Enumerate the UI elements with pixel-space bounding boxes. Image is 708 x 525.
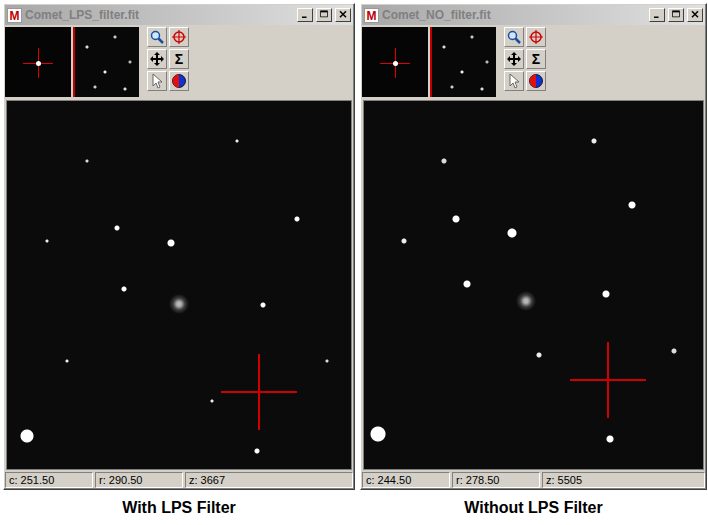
minimize-button[interactable] — [297, 8, 313, 22]
move-icon — [149, 51, 165, 67]
target-icon — [171, 29, 187, 45]
status-z: z: 5505 — [542, 472, 705, 488]
pointer-icon — [506, 73, 522, 89]
status-c: c: 251.50 — [5, 472, 93, 488]
crosshair-line — [607, 342, 609, 418]
pointer-icon — [149, 73, 165, 89]
crosshair-button[interactable] — [169, 27, 189, 47]
app-icon: M — [7, 8, 22, 23]
desktop: MComet_LPS_filter.fitΣc: 251.50r: 290.50… — [0, 0, 708, 490]
pointer-button[interactable] — [504, 71, 524, 91]
image-view[interactable] — [363, 100, 704, 470]
cursor-crosshair — [570, 342, 646, 418]
status-bar: c: 244.50r: 278.50z: 5505 — [362, 470, 705, 488]
caption-row: With LPS FilterWithout LPS Filter — [0, 496, 708, 520]
overview-thumbnail[interactable] — [430, 27, 496, 97]
cursor-crosshair — [221, 354, 297, 430]
crosshair-line — [258, 354, 260, 430]
image-view[interactable] — [6, 100, 352, 470]
window-title: Comet_NO_filter.fit — [382, 6, 646, 24]
image-window[interactable]: MComet_LPS_filter.fit Σc: 251.50r: 290.50… — [3, 3, 355, 490]
status-r: r: 278.50 — [452, 472, 540, 488]
color-icon — [171, 73, 187, 89]
caption: Without LPS Filter — [360, 496, 707, 520]
pointer-button[interactable] — [147, 71, 167, 91]
minimize-button[interactable] — [649, 8, 665, 22]
target-icon — [528, 29, 544, 45]
status-r: r: 290.50 — [95, 472, 183, 488]
min-icon — [298, 9, 312, 21]
close-button[interactable] — [335, 8, 351, 22]
crosshair-icon — [36, 61, 41, 66]
color-button[interactable] — [526, 71, 546, 91]
tool-grid: Σ — [147, 27, 189, 91]
zoom-icon — [149, 29, 165, 45]
toolbar: Σ — [5, 25, 353, 99]
window-title: Comet_LPS_filter.fit — [25, 6, 294, 24]
close-icon — [688, 9, 702, 21]
maximize-button[interactable] — [668, 8, 684, 22]
toolbar: Σ — [362, 25, 705, 99]
color-icon — [528, 73, 544, 89]
app-icon: M — [364, 8, 379, 23]
sum-button[interactable]: Σ — [169, 49, 189, 69]
status-c: c: 244.50 — [362, 472, 450, 488]
color-button[interactable] — [169, 71, 189, 91]
crosshair-icon — [393, 61, 398, 66]
crosshair-thumbnail[interactable] — [5, 27, 71, 97]
pan-button[interactable] — [147, 49, 167, 69]
min-icon — [650, 9, 664, 21]
max-icon — [317, 9, 331, 21]
image-window[interactable]: MComet_NO_filter.fit Σc: 244.50r: 278.50z… — [360, 3, 707, 490]
sum-button[interactable]: Σ — [526, 49, 546, 69]
zoom-button[interactable] — [504, 27, 524, 47]
overview-thumbnail[interactable] — [73, 27, 139, 97]
status-z: z: 3667 — [185, 472, 353, 488]
close-button[interactable] — [687, 8, 703, 22]
zoom-icon — [506, 29, 522, 45]
close-icon — [336, 9, 350, 21]
pan-button[interactable] — [504, 49, 524, 69]
move-icon — [506, 51, 522, 67]
crosshair-thumbnail[interactable] — [362, 27, 428, 97]
max-icon — [669, 9, 683, 21]
title-bar[interactable]: MComet_LPS_filter.fit — [5, 5, 353, 25]
tool-grid: Σ — [504, 27, 546, 91]
zoom-button[interactable] — [147, 27, 167, 47]
status-bar: c: 251.50r: 290.50z: 3667 — [5, 470, 353, 488]
crosshair-button[interactable] — [526, 27, 546, 47]
title-bar[interactable]: MComet_NO_filter.fit — [362, 5, 705, 25]
maximize-button[interactable] — [316, 8, 332, 22]
caption: With LPS Filter — [3, 496, 355, 520]
